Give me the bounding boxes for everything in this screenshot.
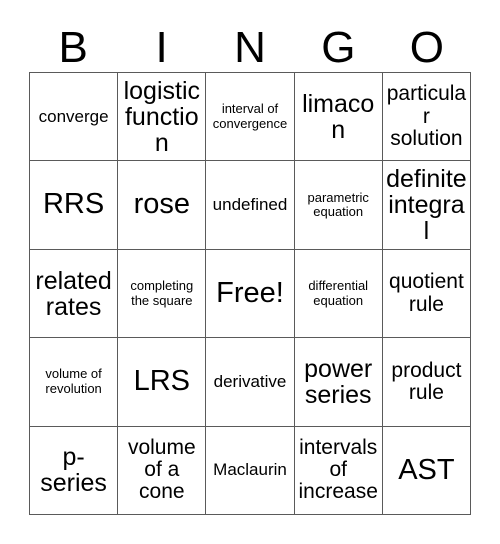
bingo-row: RRS rose undefined parametric equation d… <box>30 160 471 249</box>
bingo-cell-i4[interactable]: LRS <box>117 338 206 426</box>
bingo-cell-b5[interactable]: p-series <box>30 426 118 515</box>
bingo-cell-label: product rule <box>391 358 462 404</box>
bingo-cell-n2[interactable]: undefined <box>205 161 294 249</box>
bingo-cell-o5[interactable]: AST <box>381 426 471 515</box>
header-letter-n: N <box>234 23 266 72</box>
bingo-header: B I N G O <box>29 16 471 72</box>
bingo-cell-label: rose <box>133 188 191 221</box>
bingo-cell-i3[interactable]: completing the square <box>117 249 206 338</box>
bingo-cell-label: RRS <box>42 188 105 221</box>
bingo-cell-i5[interactable]: volume of a cone <box>117 426 206 515</box>
bingo-cell-label: definite integral <box>386 165 467 246</box>
bingo-cell-label: LRS <box>133 365 191 398</box>
header-letter-g: G <box>321 23 356 72</box>
header-letter-b: B <box>58 23 88 72</box>
bingo-cell-label: limacon <box>302 89 375 144</box>
bingo-cell-o1[interactable]: particular solution <box>381 73 471 161</box>
header-letter-o: O <box>409 23 444 72</box>
bingo-cell-o4[interactable]: product rule <box>381 338 471 426</box>
bingo-cell-label: volume of revolution <box>45 366 102 396</box>
bingo-cell-n5[interactable]: Maclaurin <box>205 426 294 515</box>
bingo-cell-label: intervals of increase <box>298 435 378 504</box>
bingo-cell-label: p-series <box>40 443 107 498</box>
bingo-row: related rates completing the square Free… <box>30 248 471 338</box>
bingo-cell-label: interval of convergence <box>212 101 288 131</box>
bingo-cell-label: completing the square <box>130 277 194 308</box>
bingo-cell-label: related rates <box>35 266 112 321</box>
bingo-cell-o3[interactable]: quotient rule <box>381 249 471 338</box>
bingo-cell-n4[interactable]: derivative <box>205 338 294 426</box>
bingo-cell-g2[interactable]: parametric equation <box>293 161 382 249</box>
header-letter-i: I <box>155 23 168 72</box>
bingo-cell-n1[interactable]: interval of convergence <box>205 73 294 161</box>
bingo-cell-label: Maclaurin <box>213 460 287 480</box>
bingo-cell-i2[interactable]: rose <box>117 161 206 249</box>
bingo-cell-g1[interactable]: limacon <box>293 73 382 161</box>
bingo-cell-label: particular solution <box>386 82 467 150</box>
bingo-cell-label: logistic function <box>123 76 201 157</box>
bingo-cell-label: differential equation <box>308 277 369 308</box>
bingo-cell-g3[interactable]: differential equation <box>293 249 382 338</box>
bingo-cell-label: power series <box>304 354 373 409</box>
bingo-cell-g4[interactable]: power series <box>293 338 382 426</box>
bingo-cell-label: parametric equation <box>307 189 369 220</box>
bingo-row: volume of revolution LRS derivative powe… <box>30 337 471 426</box>
bingo-cell-label: derivative <box>213 371 287 391</box>
bingo-grid: converge logistic function interval of c… <box>29 72 471 515</box>
bingo-card: B I N G O converge logistic function int… <box>0 0 500 544</box>
bingo-cell-g5[interactable]: intervals of increase <box>293 426 382 515</box>
bingo-cell-b3[interactable]: related rates <box>30 249 118 338</box>
bingo-cell-b2[interactable]: RRS <box>30 161 118 249</box>
bingo-cell-label: volume of a cone <box>127 435 196 504</box>
bingo-row: converge logistic function interval of c… <box>30 73 471 161</box>
bingo-cell-label: quotient rule <box>389 270 464 316</box>
bingo-cell-label: AST <box>398 453 455 486</box>
bingo-cell-free-space[interactable]: Free! <box>205 249 294 338</box>
bingo-row: p-series volume of a cone Maclaurin inte… <box>30 425 471 515</box>
free-space-label: Free! <box>216 276 284 309</box>
bingo-cell-o2[interactable]: definite integral <box>381 161 471 249</box>
bingo-cell-b4[interactable]: volume of revolution <box>30 338 118 426</box>
bingo-cell-label: undefined <box>212 194 288 214</box>
bingo-cell-label: converge <box>38 106 109 126</box>
bingo-cell-i1[interactable]: logistic function <box>117 73 206 161</box>
bingo-cell-b1[interactable]: converge <box>30 73 118 161</box>
